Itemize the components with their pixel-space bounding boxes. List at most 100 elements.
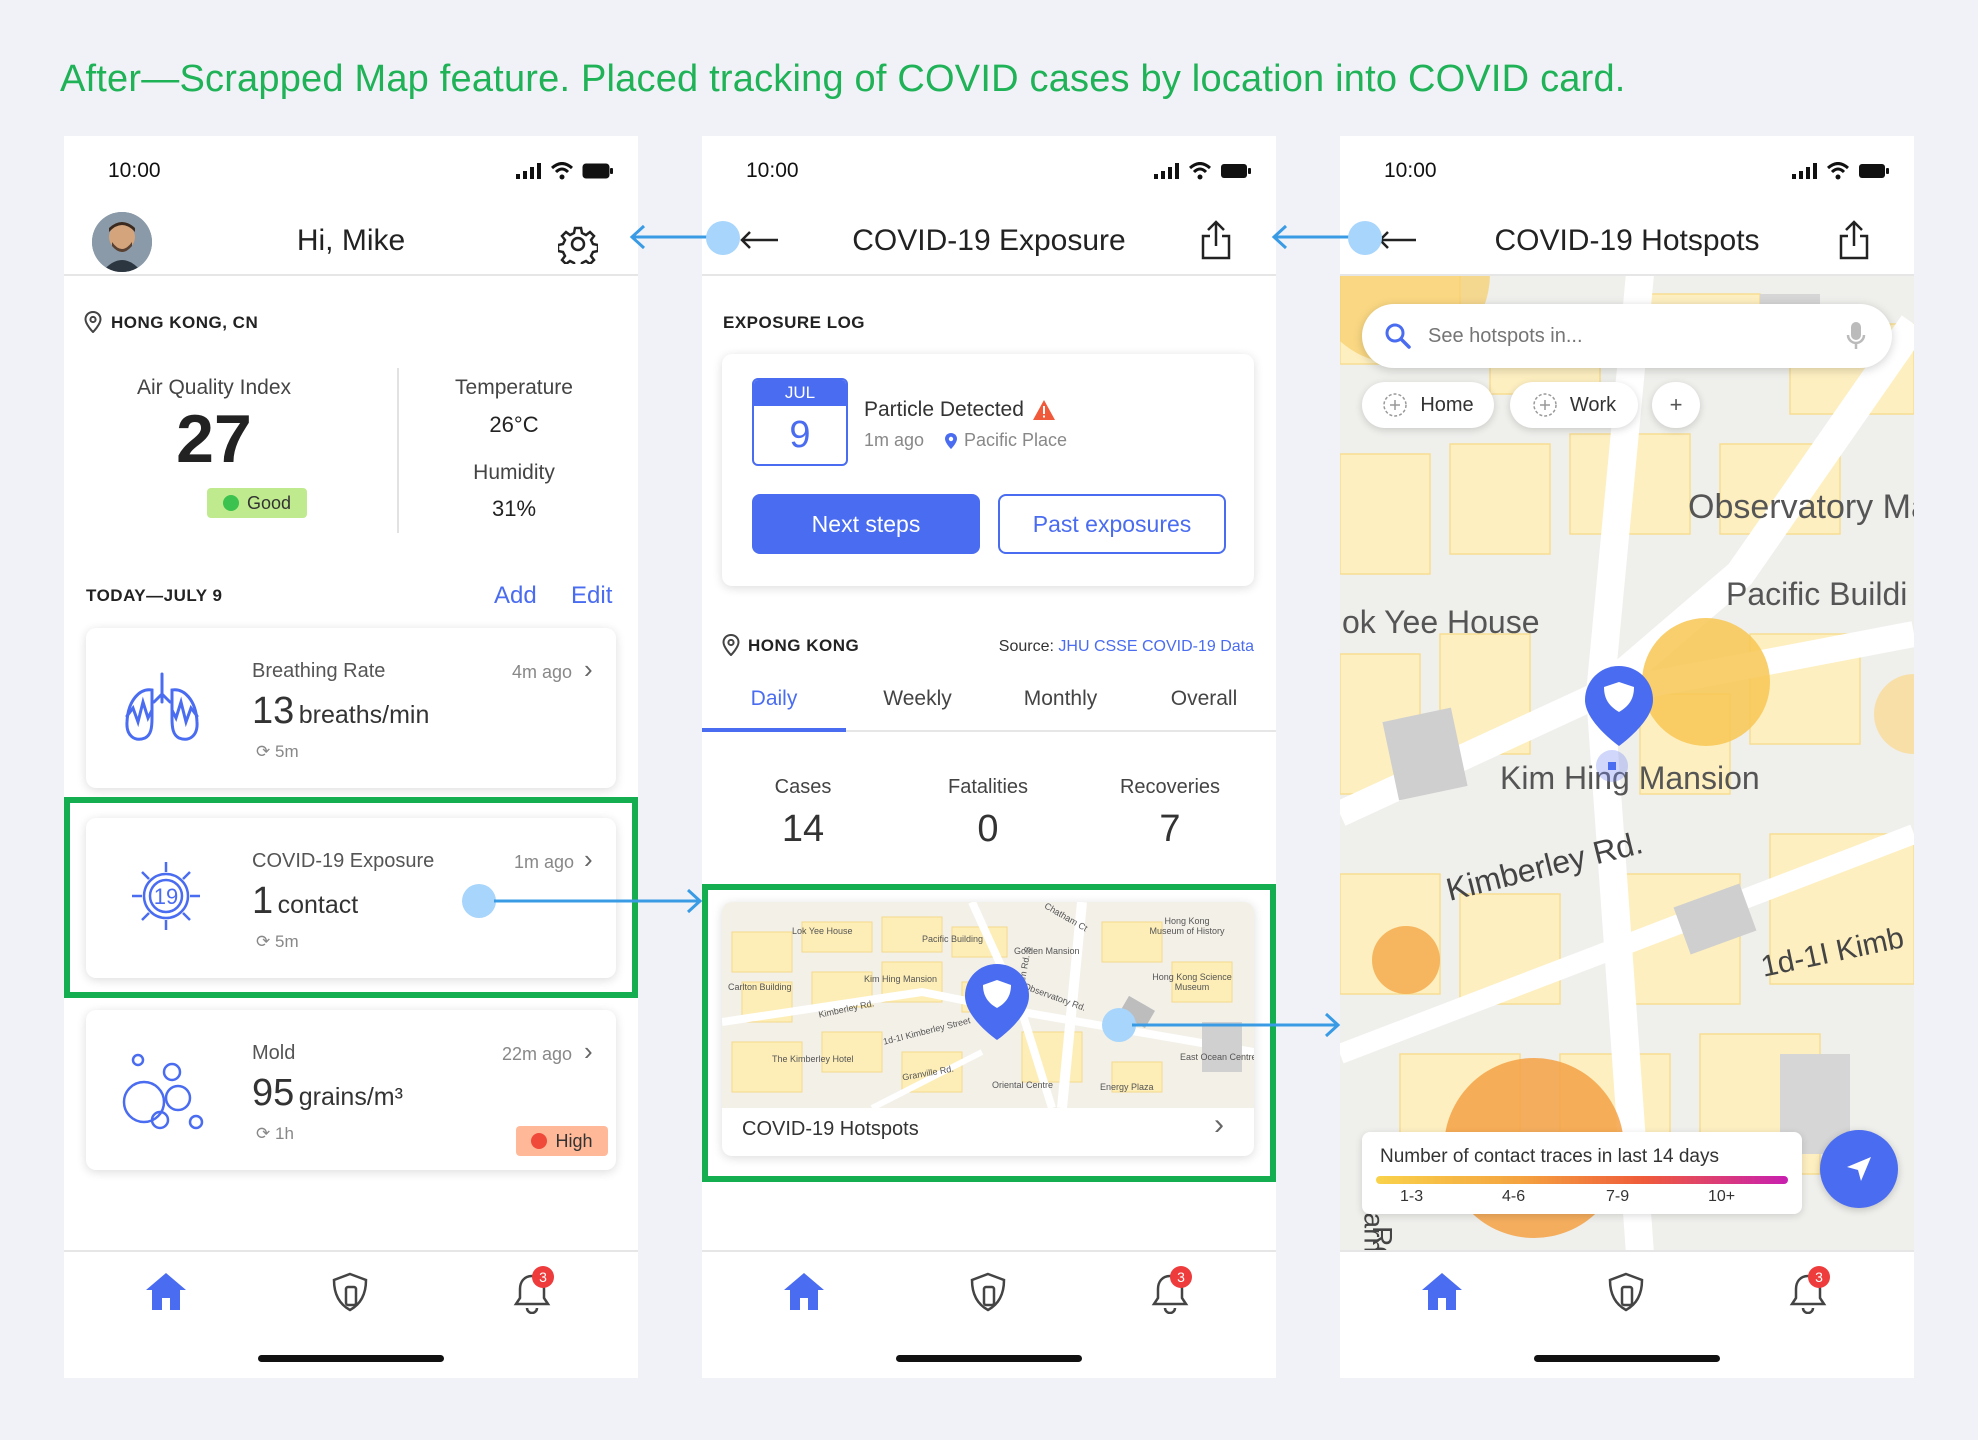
flow-dot bbox=[462, 884, 496, 918]
greeting-title: Hi, Mike bbox=[296, 224, 406, 257]
today-section-label: TODAY—JULY 9 bbox=[86, 586, 223, 605]
add-circle-icon bbox=[1383, 393, 1408, 417]
page-caption: After—Scrapped Map feature. Placed track… bbox=[60, 58, 1626, 100]
past-exposures-button[interactable]: Past exposures bbox=[998, 494, 1226, 554]
shield-phone-icon[interactable] bbox=[966, 1270, 1010, 1314]
add-link[interactable]: Add bbox=[494, 582, 537, 610]
legend-tick: 4-6 bbox=[1502, 1188, 1526, 1205]
location-pin-icon bbox=[84, 311, 102, 333]
card-title: Mold bbox=[252, 1042, 296, 1064]
exposure-log-label: EXPOSURE LOG bbox=[723, 313, 866, 332]
header: Hi, Mike bbox=[64, 206, 638, 276]
location-pin-icon bbox=[945, 432, 957, 449]
temperature-value: 26°C bbox=[489, 412, 539, 437]
header: COVID-19 Exposure bbox=[702, 206, 1276, 276]
gear-icon[interactable] bbox=[558, 224, 598, 264]
page-title: COVID-19 Exposure bbox=[852, 224, 1126, 257]
aqi-label: Air Quality Index bbox=[136, 376, 292, 399]
card-refresh: 5m bbox=[274, 742, 299, 761]
stat-label: Fatalities bbox=[947, 776, 1029, 798]
tab-bar: 3 bbox=[702, 1250, 1276, 1378]
tab-daily[interactable]: Daily bbox=[702, 666, 846, 732]
share-icon[interactable] bbox=[1838, 220, 1870, 260]
add-circle-icon bbox=[1533, 393, 1557, 417]
wifi-icon bbox=[550, 162, 574, 180]
period-tabs: Daily Weekly Monthly Overall bbox=[702, 666, 1276, 732]
chip-label: Home bbox=[1420, 393, 1474, 416]
mold-status: High bbox=[555, 1130, 593, 1151]
home-icon[interactable] bbox=[1420, 1270, 1464, 1312]
shield-phone-icon[interactable] bbox=[1604, 1270, 1648, 1314]
add-place-button[interactable]: + bbox=[1652, 382, 1700, 428]
card-ago: 22m ago bbox=[502, 1044, 573, 1064]
search-input[interactable] bbox=[1428, 320, 1818, 352]
wifi-icon bbox=[1826, 162, 1850, 180]
next-steps-button[interactable]: Next steps bbox=[752, 494, 980, 554]
edit-link[interactable]: Edit bbox=[571, 582, 612, 610]
humidity-value: 31% bbox=[491, 496, 537, 521]
map-legend: Number of contact traces in last 14 days… bbox=[1362, 1132, 1802, 1214]
notification-badge: 3 bbox=[1808, 1266, 1830, 1288]
search-bar[interactable] bbox=[1362, 304, 1892, 368]
status-time: 10:00 bbox=[108, 159, 161, 182]
stat-label: Cases bbox=[774, 776, 832, 798]
card-value: 95 bbox=[252, 1072, 295, 1114]
card-ago: 4m ago bbox=[512, 662, 573, 682]
card-unit: grains/m³ bbox=[298, 1083, 403, 1111]
battery-icon bbox=[1221, 164, 1251, 178]
map-pin-shield-icon bbox=[1585, 666, 1653, 746]
chip-work[interactable]: Work bbox=[1510, 382, 1638, 428]
microphone-icon[interactable] bbox=[1846, 320, 1866, 352]
legend-tick: 10+ bbox=[1708, 1188, 1736, 1205]
divider bbox=[397, 368, 399, 533]
region-label: HONG KONG bbox=[748, 636, 860, 655]
tab-monthly[interactable]: Monthly bbox=[989, 666, 1132, 732]
breathing-rate-card[interactable]: Breathing Rate 13 breaths/min ⟳ 5m 4m ag… bbox=[86, 628, 616, 788]
location-label: HONG KONG, CN bbox=[111, 313, 259, 332]
tab-overall[interactable]: Overall bbox=[1132, 666, 1276, 732]
status-time: 10:00 bbox=[746, 159, 799, 182]
chip-label: Work bbox=[1569, 393, 1617, 416]
map-label: Observatory Ma bbox=[1688, 488, 1914, 526]
aqi-status-badge: Good bbox=[207, 488, 307, 518]
locate-me-button[interactable] bbox=[1820, 1130, 1898, 1208]
notification-badge: 3 bbox=[1170, 1266, 1192, 1288]
legend-title: Number of contact traces in last 14 days bbox=[1380, 1146, 1719, 1167]
card-title: Breathing Rate bbox=[252, 660, 386, 682]
flow-dot bbox=[706, 221, 740, 255]
signal-icon bbox=[516, 163, 541, 179]
exposure-log-card: JUL 9 Particle Detected 1m ago Pacific P… bbox=[722, 354, 1254, 586]
warning-icon bbox=[1032, 400, 1055, 420]
shield-phone-icon[interactable] bbox=[328, 1270, 372, 1314]
share-icon[interactable] bbox=[1200, 220, 1232, 260]
lungs-icon bbox=[125, 672, 199, 741]
home-indicator bbox=[896, 1355, 1082, 1362]
source-link[interactable]: JHU CSSE COVID-19 Data bbox=[1058, 638, 1254, 655]
stat-value: 14 bbox=[781, 808, 825, 850]
screen-home: 10:00 Hi, Mike HONG KONG, CN Air Quality… bbox=[64, 136, 638, 1378]
home-indicator bbox=[1534, 1355, 1720, 1362]
aqi-value: 27 bbox=[176, 401, 252, 477]
home-icon[interactable] bbox=[782, 1270, 826, 1312]
battery-icon bbox=[582, 163, 613, 179]
status-bar: 10:00 bbox=[702, 136, 1276, 206]
chevron-right-icon: › bbox=[584, 1036, 593, 1066]
signal-icon bbox=[1792, 163, 1817, 179]
card-unit: breaths/min bbox=[298, 701, 430, 729]
mold-status-badge: High bbox=[516, 1126, 608, 1156]
home-icon[interactable] bbox=[144, 1270, 188, 1312]
page-title: COVID-19 Hotspots bbox=[1494, 224, 1760, 257]
source-label: Source: bbox=[998, 638, 1054, 655]
tab-weekly[interactable]: Weekly bbox=[846, 666, 989, 732]
mold-card[interactable]: Mold 95 grains/m³ ⟳ 1h 22m ago › High bbox=[86, 1010, 616, 1170]
status-bar: 10:00 bbox=[64, 136, 638, 206]
calendar-month: JUL bbox=[754, 380, 846, 406]
tab-bar: 3 bbox=[1340, 1250, 1914, 1378]
stat-label: Recoveries bbox=[1119, 776, 1221, 798]
event-title: Particle Detected bbox=[864, 398, 1024, 421]
flow-arrow-forward-icon bbox=[494, 888, 703, 914]
chip-home[interactable]: Home bbox=[1362, 382, 1494, 428]
status-bar: 10:00 bbox=[1340, 136, 1914, 206]
screen-covid-hotspots: Observatory Ma Pacific Buildi ok Yee Hou… bbox=[1340, 136, 1914, 1378]
search-icon bbox=[1385, 323, 1411, 349]
